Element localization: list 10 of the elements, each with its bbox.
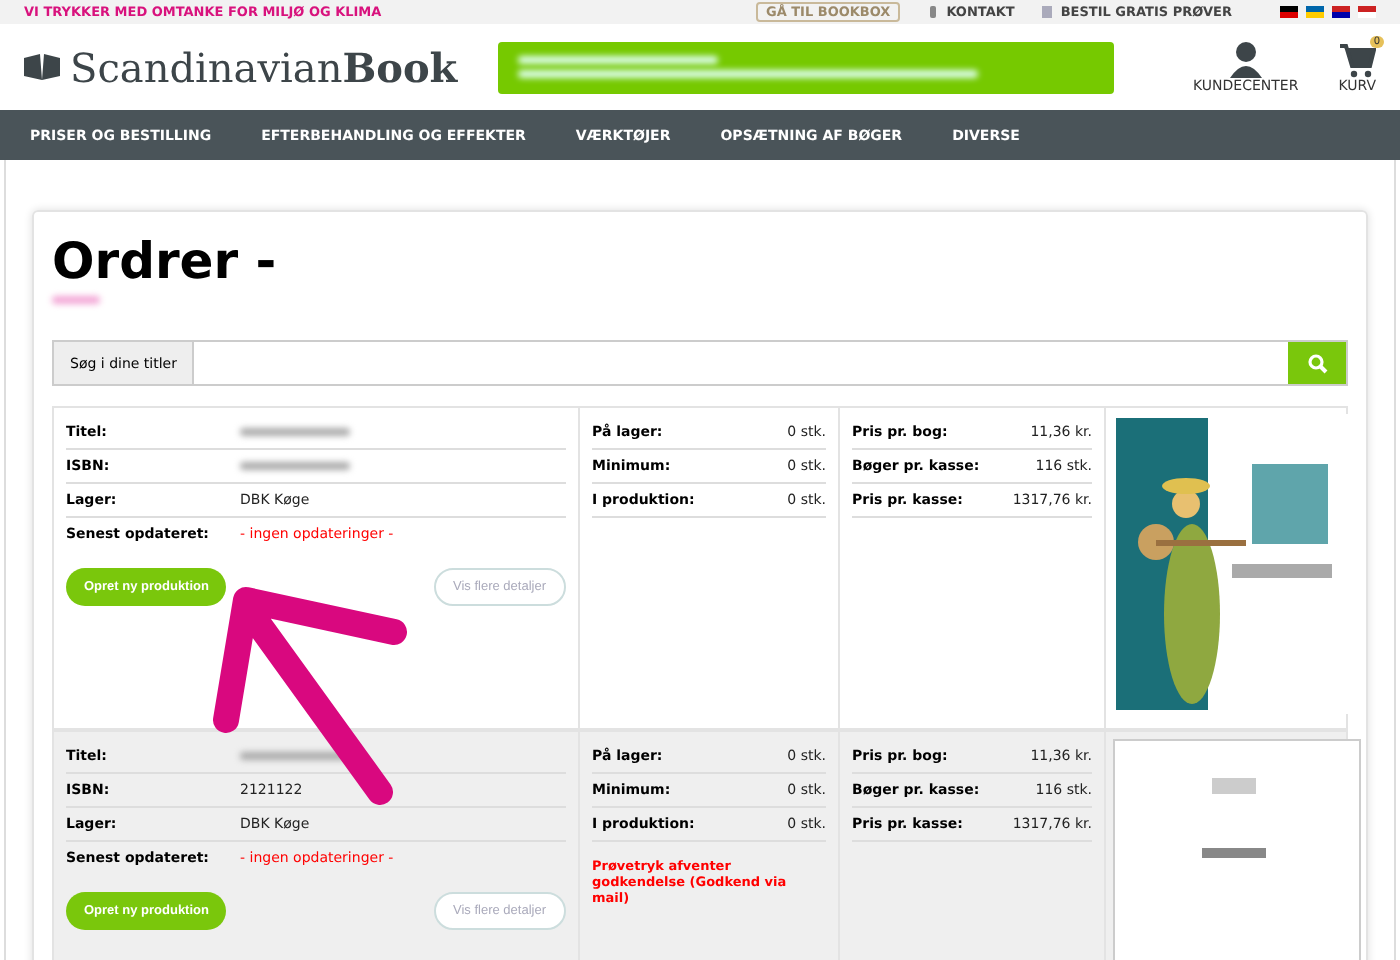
document-icon (1042, 6, 1055, 18)
redacted-value (240, 428, 350, 436)
redacted-value (240, 462, 350, 470)
phone-icon (928, 6, 941, 18)
cart-icon (1339, 41, 1376, 77)
person-icon (1229, 41, 1262, 77)
book-icon (24, 54, 60, 80)
logo-wordmark[interactable]: ScandinavianBook (70, 43, 458, 91)
page-title: Ordrer - (52, 232, 279, 290)
redacted-subtitle (52, 296, 100, 304)
